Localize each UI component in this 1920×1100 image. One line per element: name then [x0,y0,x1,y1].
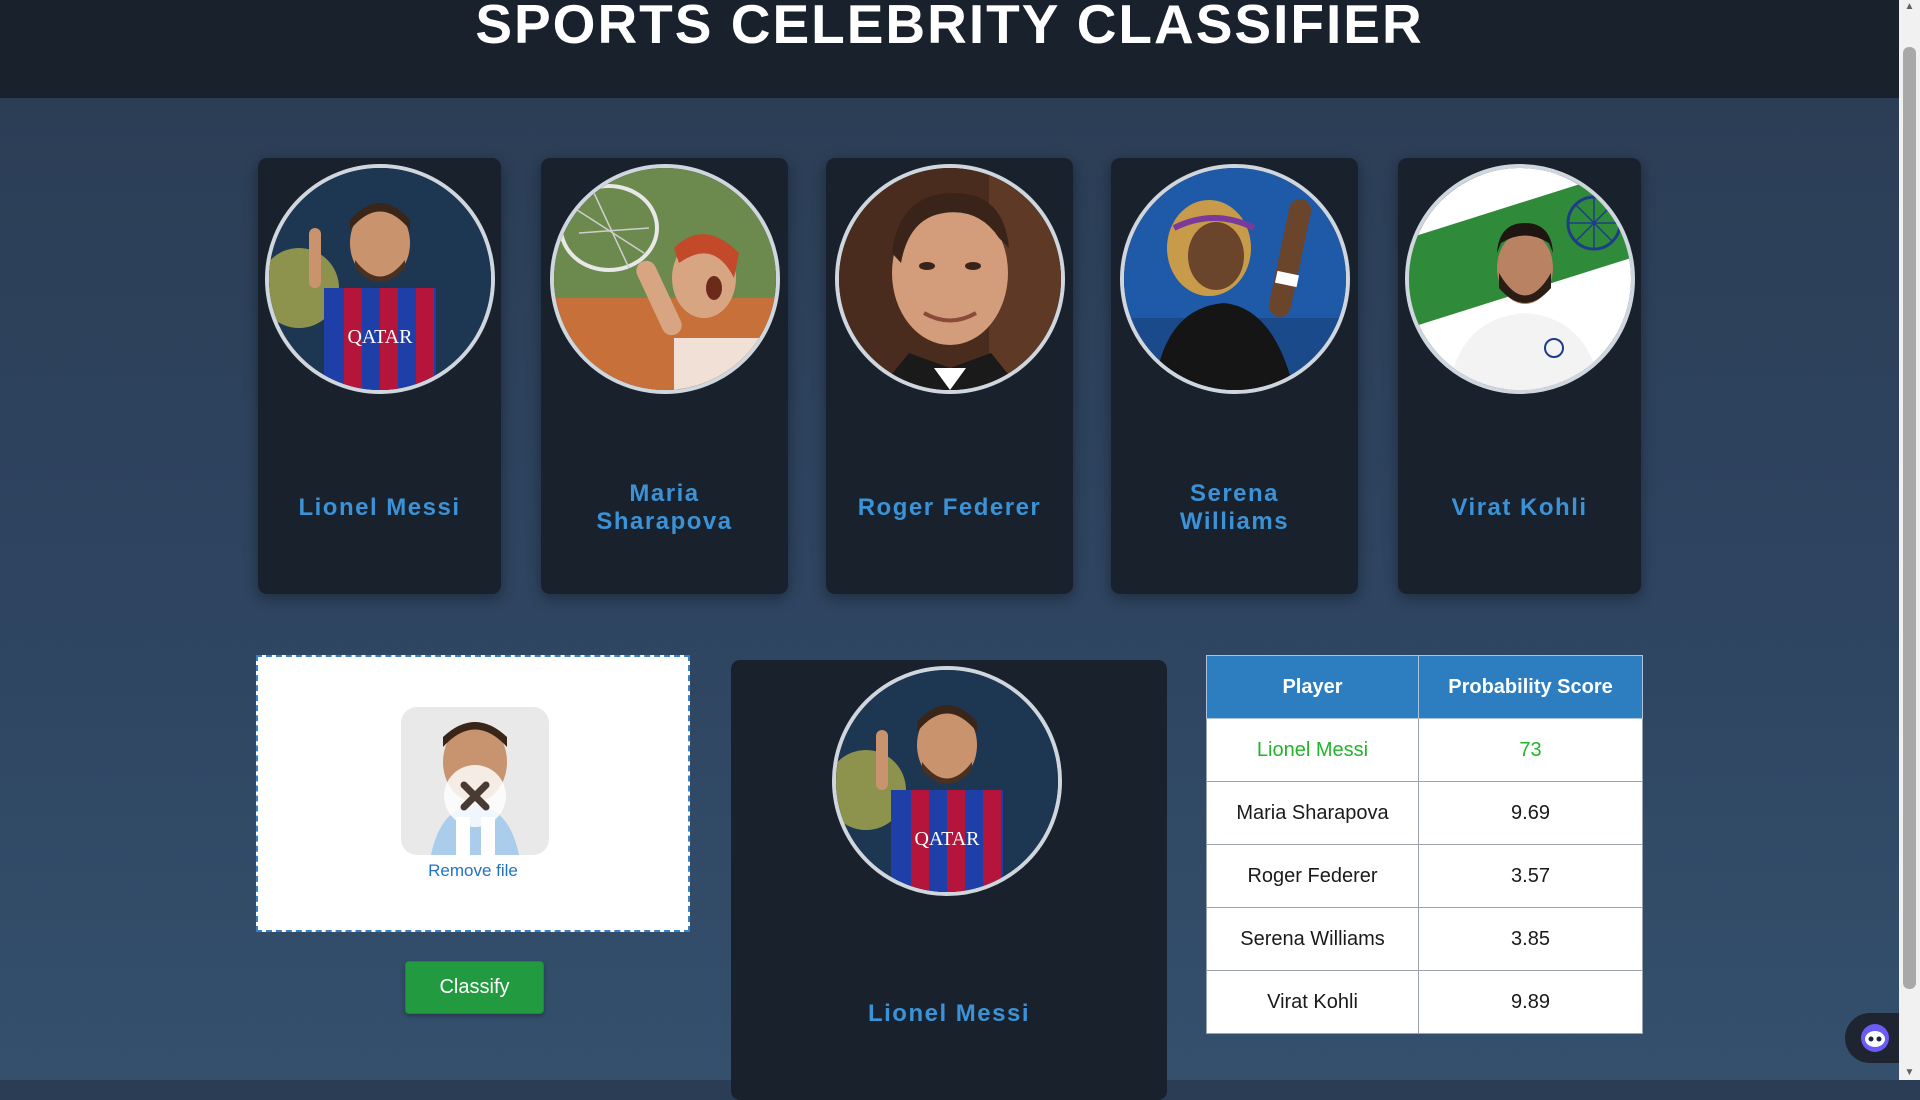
result-card: QATAR Lionel Messi [731,660,1167,1100]
table-row: Roger Federer 3.57 [1206,844,1643,908]
celebrity-photo-kohli [1404,164,1635,394]
table-row: Virat Kohli 9.89 [1206,970,1643,1034]
upload-dropzone[interactable]: Remove file [256,655,690,932]
player-cell: Maria Sharapova [1206,781,1419,845]
assistant-widget[interactable] [1845,1013,1905,1063]
score-cell: 9.69 [1418,781,1643,845]
score-cell: 3.85 [1418,907,1643,971]
celebrity-card-sharapova: Maria Sharapova [541,158,788,594]
scroll-up-icon[interactable]: ▲ [1899,0,1920,14]
table-row: Maria Sharapova 9.69 [1206,781,1643,845]
column-header-player: Player [1206,655,1419,719]
scroll-down-icon[interactable]: ▼ [1899,1066,1920,1080]
celebrity-card-kohli: Virat Kohli [1398,158,1641,594]
scroll-thumb[interactable] [1903,47,1916,989]
score-cell: 9.89 [1418,970,1643,1034]
celebrity-photo-messi: QATAR [264,164,495,394]
score-cell: 3.57 [1418,844,1643,908]
table-row: Lionel Messi 73 [1206,718,1643,782]
player-cell: Serena Williams [1206,907,1419,971]
celebrity-name: Virat Kohli [1451,494,1588,521]
svg-text:QATAR: QATAR [347,326,413,348]
celebrity-card-serena: Serena Williams [1111,158,1358,594]
column-header-score: Probability Score [1418,655,1643,719]
page-header: SPORTS CELEBRITY CLASSIFIER [0,0,1899,98]
celebrity-photo-sharapova [549,164,780,394]
table-row: Serena Williams 3.85 [1206,907,1643,971]
page-scrollbar[interactable]: ▲ ▼ [1899,0,1920,1080]
result-name: Lionel Messi [867,1000,1031,1027]
remove-file-link[interactable]: Remove file [258,861,688,881]
result-photo: QATAR [832,666,1062,896]
celebrity-name: Maria Sharapova [596,480,733,535]
celebrity-card-federer: Roger Federer [826,158,1073,594]
player-cell: Roger Federer [1206,844,1419,908]
player-cell: Virat Kohli [1206,970,1419,1034]
svg-text:QATAR: QATAR [914,828,980,850]
celebrity-name: Serena Williams [1179,480,1290,535]
celebrity-name: Roger Federer [857,494,1042,521]
celebrity-card-messi: QATAR Lionel Messi [258,158,501,594]
celebrity-name: Lionel Messi [298,494,461,521]
assistant-icon [1861,1024,1889,1052]
probability-table: Player Probability Score Lionel Messi 73… [1206,655,1643,1034]
player-cell: Lionel Messi [1206,718,1419,782]
table-header-row: Player Probability Score [1206,655,1643,719]
uploaded-image-thumbnail [401,707,549,855]
celebrity-photo-federer [834,164,1065,394]
score-cell: 73 [1418,718,1643,782]
celebrity-photo-serena [1119,164,1350,394]
close-icon[interactable] [444,765,506,827]
classify-button[interactable]: Classify [405,961,544,1014]
page-title: SPORTS CELEBRITY CLASSIFIER [475,0,1424,55]
